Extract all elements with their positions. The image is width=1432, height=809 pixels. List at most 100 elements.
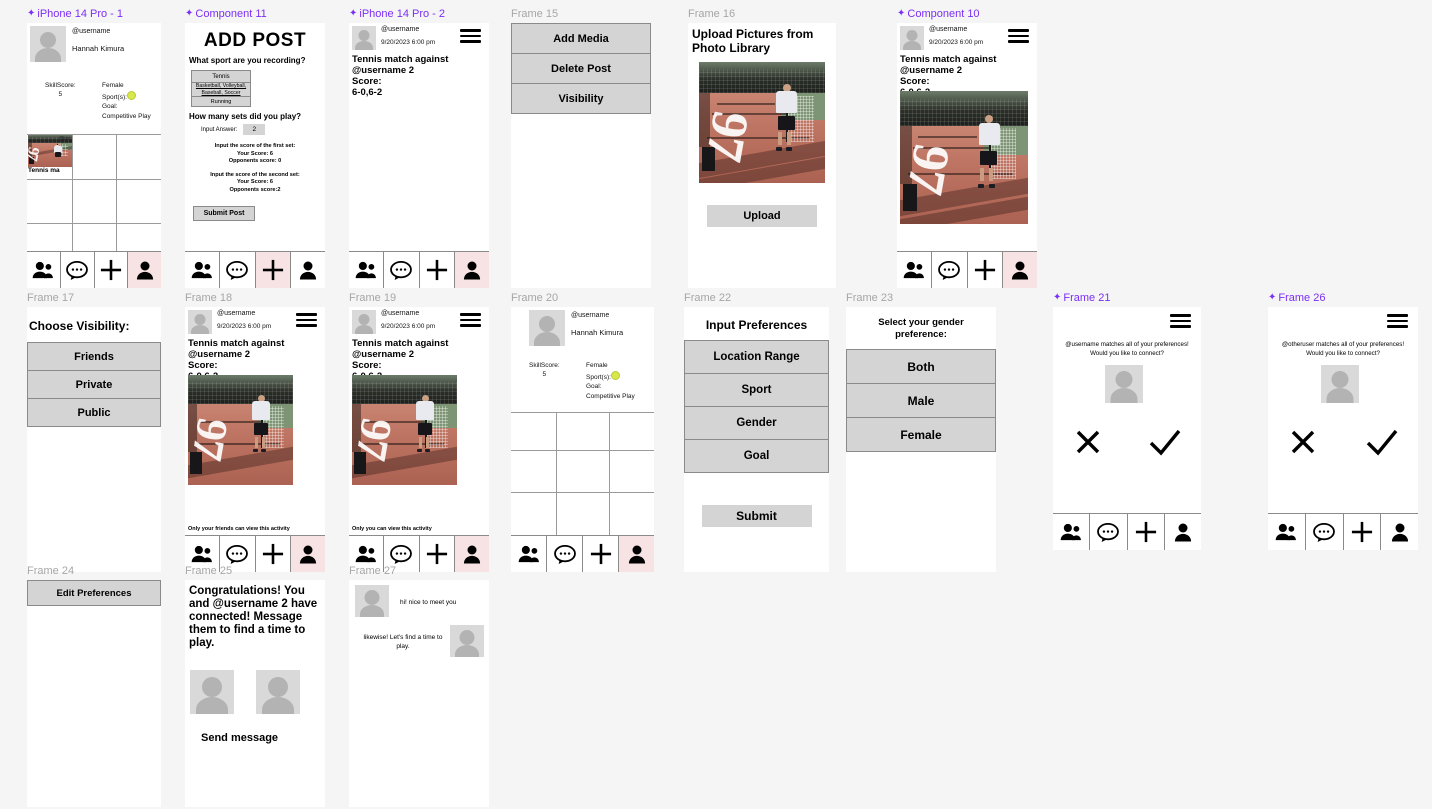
frame-label[interactable]: ✦ Component 10 [897, 8, 1037, 21]
reject-button[interactable] [1290, 429, 1316, 455]
nav-messages[interactable] [384, 252, 420, 288]
option-add-media[interactable]: Add Media [511, 23, 651, 54]
nav-profile[interactable] [1165, 514, 1201, 550]
sport-option-running[interactable]: Running [191, 96, 251, 107]
plus-icon [426, 259, 447, 281]
profile-attributes: Female Sport(s): Goal: Competitive Play [586, 361, 635, 401]
frame-label[interactable]: Frame 27 [349, 565, 489, 578]
post-username: @username [929, 26, 968, 33]
accept-button[interactable] [1149, 429, 1181, 457]
menu-icon[interactable] [1170, 314, 1191, 328]
menu-icon[interactable] [460, 29, 481, 43]
nav-add-post[interactable] [583, 536, 619, 572]
pref-location-range[interactable]: Location Range [684, 340, 829, 374]
menu-icon[interactable] [1387, 314, 1408, 328]
frame-label[interactable]: ✦ Component 11 [185, 8, 325, 21]
edit-preferences-button[interactable]: Edit Preferences [27, 580, 161, 606]
frame-label[interactable]: ✦ Frame 21 [1053, 292, 1201, 305]
nav-messages[interactable] [547, 536, 583, 572]
nav-messages[interactable] [1090, 514, 1128, 550]
nav-people[interactable] [511, 536, 547, 572]
component-diamond-icon: ✦ [349, 8, 358, 19]
option-visibility[interactable]: Visibility [511, 83, 651, 114]
nav-profile[interactable] [454, 252, 489, 288]
post-header: @username 9/20/2023 6:00 pm [352, 26, 435, 50]
nav-profile[interactable] [128, 252, 161, 288]
nav-people[interactable] [897, 252, 933, 288]
visibility-private[interactable]: Private [27, 370, 161, 399]
accept-button[interactable] [1366, 429, 1398, 457]
people-icon [355, 545, 377, 563]
frame-label[interactable]: Frame 20 [511, 292, 654, 305]
nav-people[interactable] [349, 252, 385, 288]
avatar-match [355, 585, 389, 617]
nav-add-post[interactable] [968, 252, 1003, 288]
nav-people[interactable] [27, 252, 61, 288]
nav-messages[interactable] [932, 252, 968, 288]
profile-goal-label: Goal: [586, 383, 602, 390]
bottom-nav [897, 251, 1037, 288]
person-icon [299, 545, 316, 563]
pref-goal[interactable]: Goal [684, 439, 829, 473]
frame-label[interactable]: Frame 15 [511, 8, 651, 21]
sport-picker[interactable]: Tennis Basketball, Volleyball, Baseball,… [191, 70, 251, 107]
nav-people[interactable] [1268, 514, 1306, 550]
reject-button[interactable] [1075, 429, 1101, 455]
nav-people[interactable] [185, 252, 221, 288]
sport-option-team-sports[interactable]: Basketball, Volleyball, Baseball, Soccer [191, 82, 251, 97]
visibility-public[interactable]: Public [27, 398, 161, 427]
frame-label[interactable]: Frame 23 [846, 292, 996, 305]
nav-add-post[interactable] [420, 252, 455, 288]
pref-gender[interactable]: Gender [684, 406, 829, 440]
frame-label[interactable]: Frame 22 [684, 292, 829, 305]
submit-post-button[interactable]: Submit Post [193, 206, 255, 221]
visibility-friends[interactable]: Friends [27, 342, 161, 371]
frame-label[interactable]: Frame 16 [688, 8, 836, 21]
chat-message-1: hi! nice to meet you [400, 599, 457, 606]
uploaded-photo[interactable]: 97 [699, 62, 825, 183]
menu-icon[interactable] [296, 313, 317, 327]
gender-male[interactable]: Male [846, 383, 996, 418]
plus-icon [262, 259, 283, 281]
match-prompt: @otheruser matches all of your preferenc… [1281, 341, 1405, 357]
submit-preferences-button[interactable]: Submit [701, 505, 812, 527]
nav-add-post[interactable] [1344, 514, 1382, 550]
frame-label[interactable]: ✦ Frame 26 [1268, 292, 1418, 305]
frame-label[interactable]: Frame 24 [27, 565, 161, 578]
upload-button[interactable]: Upload [707, 205, 817, 227]
phone-screen-profile-empty: @username Hannah Kimura SkillScore: 5 Fe… [511, 307, 654, 572]
menu-icon[interactable] [1008, 29, 1029, 43]
match-avatar [1105, 365, 1143, 403]
nav-people[interactable] [1053, 514, 1091, 550]
nav-add-post[interactable] [95, 252, 129, 288]
send-message-button[interactable]: Send message [201, 732, 325, 744]
frame-iphone-14-pro-1: ✦ iPhone 14 Pro - 1 @username Hannah Kimu… [27, 8, 161, 288]
nav-profile[interactable] [619, 536, 654, 572]
frame-label[interactable]: Frame 18 [185, 292, 325, 305]
option-delete-post[interactable]: Delete Post [511, 53, 651, 84]
nav-messages[interactable] [1306, 514, 1344, 550]
nav-profile[interactable] [291, 252, 325, 288]
gender-female[interactable]: Female [846, 417, 996, 452]
nav-profile[interactable] [1381, 514, 1418, 550]
nav-messages[interactable] [61, 252, 95, 288]
post-photo: 97 [188, 375, 293, 485]
pref-sport[interactable]: Sport [684, 373, 829, 407]
frame-label[interactable]: Frame 17 [27, 292, 161, 305]
nav-profile[interactable] [1002, 252, 1037, 288]
skillscore-block: SkillScore: 5 [45, 82, 76, 98]
phone-screen-edit-prefs: Edit Preferences [27, 580, 161, 807]
nav-messages[interactable] [220, 252, 256, 288]
input-answer-field[interactable]: 2 [243, 124, 266, 135]
frame-label[interactable]: Frame 19 [349, 292, 489, 305]
frame-label[interactable]: ✦ iPhone 14 Pro - 2 [349, 8, 489, 21]
frame-label[interactable]: ✦ iPhone 14 Pro - 1 [27, 8, 161, 21]
gender-both[interactable]: Both [846, 349, 996, 384]
nav-add-post[interactable] [1128, 514, 1165, 550]
frame-label[interactable]: Frame 25 [185, 565, 325, 578]
bottom-nav [27, 251, 161, 288]
mini-post[interactable]: 97 @us Tennis ma [28, 135, 72, 175]
phone-screen-gender-pref: Select your gender preference: Both Male… [846, 307, 996, 572]
nav-add-post[interactable] [255, 252, 291, 288]
menu-icon[interactable] [460, 313, 481, 327]
